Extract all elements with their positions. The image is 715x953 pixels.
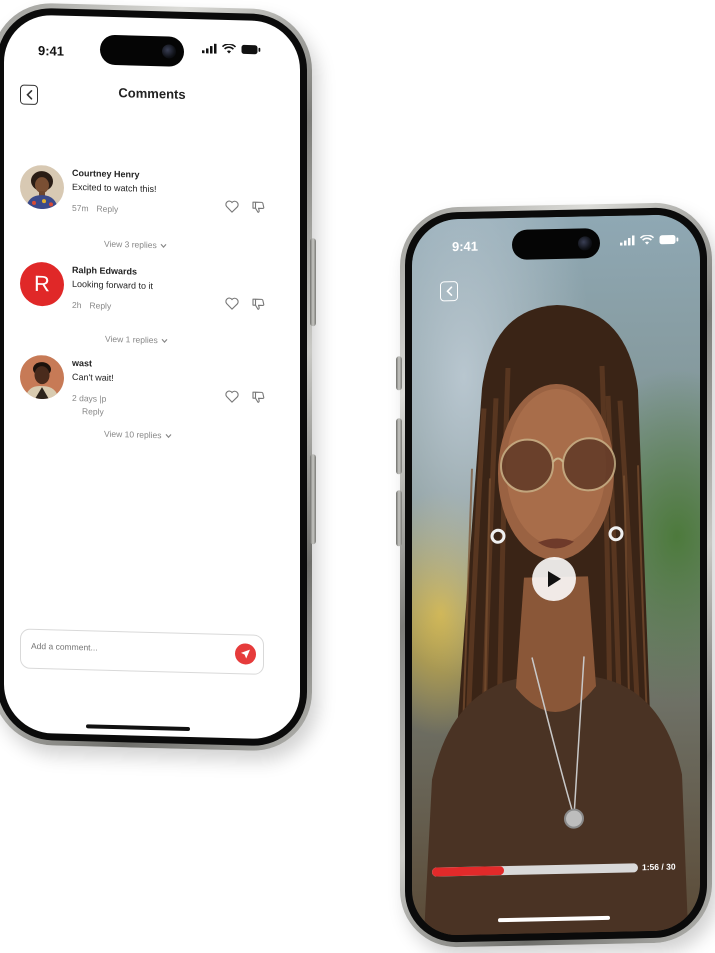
comment-text: Looking forward to it: [72, 278, 154, 292]
comment-item: Courtney Henry Excited to watch this! 57…: [20, 164, 270, 262]
back-button[interactable]: [440, 281, 458, 302]
view-replies-button[interactable]: View 1 replies: [105, 334, 168, 346]
volume-up-button: [396, 418, 402, 475]
reply-button[interactable]: Reply: [82, 406, 104, 417]
avatar-initial: R: [34, 270, 50, 297]
status-icons: [620, 234, 679, 246]
comment-time: 57m: [72, 202, 89, 214]
view-replies-button[interactable]: View 10 replies: [104, 429, 172, 441]
video-time-label: 1:56 / 30: [642, 861, 676, 873]
power-button: [310, 454, 316, 545]
video-progress-fill: [432, 866, 505, 877]
comment-author[interactable]: Courtney Henry: [72, 168, 140, 180]
comments-screen: 9:41 Comments Courtney Henry Excited to …: [4, 14, 300, 740]
avatar: [20, 354, 64, 400]
comment-author[interactable]: Ralph Edwards: [72, 265, 137, 277]
heart-icon[interactable]: [225, 297, 239, 310]
action-button: [396, 356, 402, 391]
comment-time: 2h: [72, 299, 82, 311]
chevron-left-icon: [445, 286, 452, 296]
comment-input-container: [20, 628, 264, 675]
comment-text: Can't wait!: [72, 371, 114, 383]
avatar-letter: R: [20, 261, 64, 307]
view-replies-label: View 3 replies: [104, 238, 157, 251]
heart-icon[interactable]: [225, 200, 239, 213]
view-replies-button[interactable]: View 3 replies: [104, 239, 167, 251]
camera-icon: [162, 44, 176, 59]
view-replies-label: View 1 replies: [105, 333, 158, 346]
wifi-icon: [222, 43, 236, 54]
dynamic-island: [100, 34, 184, 67]
reply-button[interactable]: Reply: [97, 204, 119, 215]
comment-time: 2 days |p: [72, 392, 107, 404]
status-time: 9:41: [38, 43, 65, 59]
chevron-down-icon: [160, 243, 167, 248]
battery-icon: [241, 44, 261, 55]
volume-down-button: [396, 490, 402, 547]
chevron-down-icon: [161, 338, 168, 343]
comment-item: R Ralph Edwards Looking forward to it 2h…: [20, 261, 270, 359]
camera-icon: [578, 236, 592, 251]
send-button[interactable]: [235, 643, 256, 665]
signal-icon: [620, 235, 635, 246]
play-icon: [548, 571, 561, 588]
chevron-down-icon: [165, 433, 171, 438]
view-replies-label: View 10 replies: [104, 428, 162, 441]
heart-icon[interactable]: [225, 390, 239, 403]
comment-item: wast Can't wait! 2 days |p Reply View 10…: [20, 354, 270, 452]
video-phone: 9:41 1:56 / 30: [396, 201, 712, 949]
reply-button[interactable]: Reply: [89, 300, 111, 311]
volume-up-button: [310, 238, 316, 327]
thumbs-down-icon[interactable]: [252, 201, 265, 214]
signal-icon: [202, 43, 217, 54]
thumbs-down-icon[interactable]: [252, 298, 265, 311]
comment-input[interactable]: [29, 639, 223, 657]
dynamic-island: [512, 228, 600, 260]
comment-meta: 2h Reply: [72, 300, 119, 311]
send-icon: [241, 649, 250, 659]
avatar: [20, 164, 64, 210]
comment-author[interactable]: wast: [72, 358, 92, 369]
home-indicator: [86, 724, 190, 731]
comment-meta: 2 days |p: [72, 393, 114, 404]
thumbs-down-icon[interactable]: [252, 391, 265, 404]
comment-meta: 57m Reply: [72, 203, 126, 214]
status-time: 9:41: [452, 238, 479, 255]
wifi-icon: [640, 234, 654, 245]
battery-icon: [659, 235, 679, 245]
page-title: Comments: [118, 85, 186, 102]
video-screen: 9:41 1:56 / 30: [412, 213, 700, 937]
comment-text: Excited to watch this!: [72, 181, 157, 195]
comments-phone: 9:41 Comments Courtney Henry Excited to …: [0, 1, 316, 753]
status-icons: [202, 43, 261, 55]
